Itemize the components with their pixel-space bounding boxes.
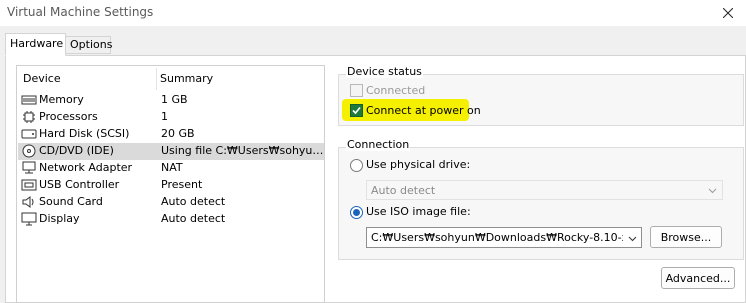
- device-summary: Using file C:₩Users₩sohyun...: [161, 144, 324, 157]
- device-summary: 1: [161, 110, 168, 123]
- use-physical-drive-label: Use physical drive:: [366, 158, 471, 171]
- device-name: Display: [39, 212, 80, 225]
- device-row-network-adapter[interactable]: Network Adapter NAT: [18, 160, 324, 177]
- device-summary: Present: [161, 178, 203, 191]
- title-bar: Virtual Machine Settings: [0, 0, 746, 26]
- use-iso-image-radio[interactable]: [350, 206, 363, 219]
- device-row-memory[interactable]: Memory 1 GB: [18, 92, 324, 109]
- device-list[interactable]: Device Summary Memory 1 GB Processors 1 …: [16, 65, 325, 303]
- device-name: Sound Card: [39, 195, 103, 208]
- device-row-processors[interactable]: Processors 1: [18, 109, 324, 126]
- physical-drive-value: Auto detect: [371, 184, 436, 197]
- device-name: USB Controller: [39, 178, 120, 191]
- device-name: Network Adapter: [39, 161, 133, 174]
- device-status-title: Device status: [346, 65, 423, 78]
- window-title: Virtual Machine Settings: [7, 5, 154, 19]
- chevron-down-icon: [708, 188, 717, 194]
- checkmark-icon: [352, 106, 361, 115]
- close-button[interactable]: [710, 0, 746, 26]
- memory-icon: [21, 93, 37, 107]
- cd-dvd-icon: [21, 144, 37, 158]
- column-separator[interactable]: [156, 68, 157, 90]
- device-row-cd-dvd[interactable]: CD/DVD (IDE) Using file C:₩Users₩sohyun.…: [18, 143, 324, 160]
- network-adapter-icon: [21, 161, 37, 175]
- tab-options[interactable]: Options: [65, 36, 112, 54]
- device-summary: 20 GB: [161, 127, 195, 140]
- device-name: CD/DVD (IDE): [39, 144, 114, 157]
- advanced-button[interactable]: Advanced...: [661, 267, 735, 289]
- device-name: Processors: [39, 110, 98, 123]
- hard-disk-icon: [21, 127, 37, 141]
- column-header-device[interactable]: Device: [23, 72, 61, 85]
- chevron-down-icon[interactable]: [628, 234, 637, 243]
- use-iso-image-label: Use ISO image file:: [366, 205, 471, 218]
- connected-checkbox[interactable]: [350, 84, 363, 97]
- iso-path-value: C:₩Users₩sohyun₩Downloads₩Rocky-8.10-x86…: [371, 231, 623, 244]
- use-physical-drive-radio[interactable]: [350, 159, 363, 172]
- device-name: Memory: [39, 93, 84, 106]
- column-header-summary[interactable]: Summary: [160, 72, 213, 85]
- device-summary: Auto detect: [161, 212, 226, 225]
- connection-title: Connection: [346, 138, 411, 151]
- device-row-display[interactable]: Display Auto detect: [18, 211, 324, 228]
- display-icon: [21, 212, 37, 226]
- device-row-usb-controller[interactable]: USB Controller Present: [18, 177, 324, 194]
- tab-hardware[interactable]: Hardware: [5, 33, 66, 56]
- device-row-hard-disk[interactable]: Hard Disk (SCSI) 20 GB: [18, 126, 324, 143]
- sound-card-icon: [21, 195, 37, 209]
- close-icon: [723, 8, 733, 18]
- device-name: Hard Disk (SCSI): [39, 127, 130, 140]
- connect-at-power-on-label: Connect at power on: [366, 104, 481, 117]
- device-summary: Auto detect: [161, 195, 226, 208]
- connect-at-power-on-checkbox[interactable]: [350, 104, 363, 117]
- device-summary: NAT: [161, 161, 183, 174]
- usb-controller-icon: [21, 178, 37, 192]
- connected-label: Connected: [366, 84, 426, 97]
- physical-drive-select[interactable]: Auto detect: [366, 180, 723, 200]
- iso-path-combobox[interactable]: C:₩Users₩sohyun₩Downloads₩Rocky-8.10-x86…: [366, 227, 642, 248]
- device-summary: 1 GB: [161, 93, 188, 106]
- browse-button[interactable]: Browse...: [650, 226, 722, 248]
- device-row-sound-card[interactable]: Sound Card Auto detect: [18, 194, 324, 211]
- processor-icon: [21, 110, 37, 124]
